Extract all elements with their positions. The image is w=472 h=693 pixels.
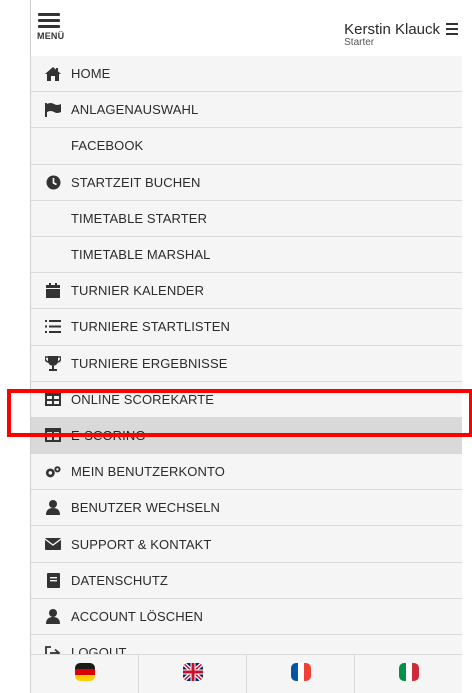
home-icon [45,66,61,82]
fr-flag-icon [290,662,311,686]
envelope-icon [45,536,61,552]
nav-item-timetable-marshal[interactable]: TIMETABLE MARSHAL [31,236,462,274]
nav-item-benutzer-wechseln[interactable]: BENUTZER WECHSELN [31,490,462,527]
menu-button[interactable]: MENÜ [37,10,65,50]
nav-item-label: HOME [71,66,111,82]
user-icon [45,500,61,516]
nav-item-account-loeschen[interactable]: ACCOUNT LÖSCHEN [31,598,462,635]
nav-item-label: TURNIERE ERGEBNISSE [71,355,228,371]
user-icon [45,608,61,624]
nav-item-label: TIMETABLE MARSHAL [71,247,211,263]
nav-item-label: TURNIERE STARTLISTEN [71,319,230,335]
nav-item-label: FACEBOOK [71,138,144,154]
nav-item-support-kontakt[interactable]: SUPPORT & KONTAKT [31,526,462,563]
nav-item-online-scorekarte[interactable]: ONLINE SCOREKARTE [31,381,462,418]
it-flag-icon [398,662,419,686]
clock-icon [45,174,61,190]
nav-menu: HOME ANLAGENAUSWAHL FACEBOOK STARTZEIT B… [31,56,462,672]
gb-flag-icon [182,662,203,686]
nav-item-label: E-SCORING [71,427,146,443]
nav-item-label: TIMETABLE STARTER [71,210,208,226]
nav-item-label: ANLAGENAUSWAHL [71,102,199,118]
language-bar [31,654,462,693]
language-en-button[interactable] [139,655,247,693]
nav-item-turniere-startlisten[interactable]: TURNIERE STARTLISTEN [31,309,462,346]
nav-item-mein-benutzerkonto[interactable]: MEIN BENUTZERKONTO [31,454,462,491]
nav-item-startzeit-buchen[interactable]: STARTZEIT BUCHEN [31,164,462,201]
table-icon [45,427,61,443]
user-info[interactable]: Kerstin Klauck Starter [344,22,440,48]
nav-item-label: BENUTZER WECHSELN [71,500,221,516]
table-icon [45,391,61,407]
nav-item-timetable-starter[interactable]: TIMETABLE STARTER [31,200,462,237]
app-frame: MENÜ Kerstin Klauck Starter HOME ANLAGEN… [0,0,472,693]
hamburger-icon [37,13,65,28]
language-de-button[interactable] [31,655,139,693]
language-fr-button[interactable] [247,655,355,693]
header: MENÜ Kerstin Klauck Starter [31,0,462,57]
nav-item-turnier-kalender[interactable]: TURNIER KALENDER [31,273,462,310]
document-icon [45,572,61,588]
nav-item-home[interactable]: HOME [31,56,462,93]
menu-label: MENÜ [37,31,65,41]
nav-item-e-scoring[interactable]: E-SCORING [31,417,462,455]
nav-item-label: ONLINE SCOREKARTE [71,391,215,407]
nav-item-label: MEIN BENUTZERKONTO [71,464,225,480]
user-name: Kerstin Klauck [344,21,440,38]
nav-item-label: STARTZEIT BUCHEN [71,174,201,190]
nav-item-datenschutz[interactable]: DATENSCHUTZ [31,562,462,599]
list-icon [45,319,61,335]
gears-icon [45,464,61,480]
nav-item-facebook[interactable]: FACEBOOK [31,128,462,165]
user-menu-icon[interactable] [446,23,460,38]
nav-item-label: TURNIER KALENDER [71,283,205,299]
language-it-button[interactable] [355,655,462,693]
nav-item-anlagenauswahl[interactable]: ANLAGENAUSWAHL [31,92,462,129]
nav-item-turniere-ergebnisse[interactable]: TURNIERE ERGEBNISSE [31,345,462,382]
flag-icon [45,102,61,118]
nav-item-label: ACCOUNT LÖSCHEN [71,608,204,624]
nav-item-label: DATENSCHUTZ [71,572,168,588]
calendar-icon [45,283,61,299]
de-flag-icon [74,662,95,686]
nav-item-label: SUPPORT & KONTAKT [71,536,212,552]
trophy-icon [45,355,61,371]
user-role: Starter [344,37,375,48]
